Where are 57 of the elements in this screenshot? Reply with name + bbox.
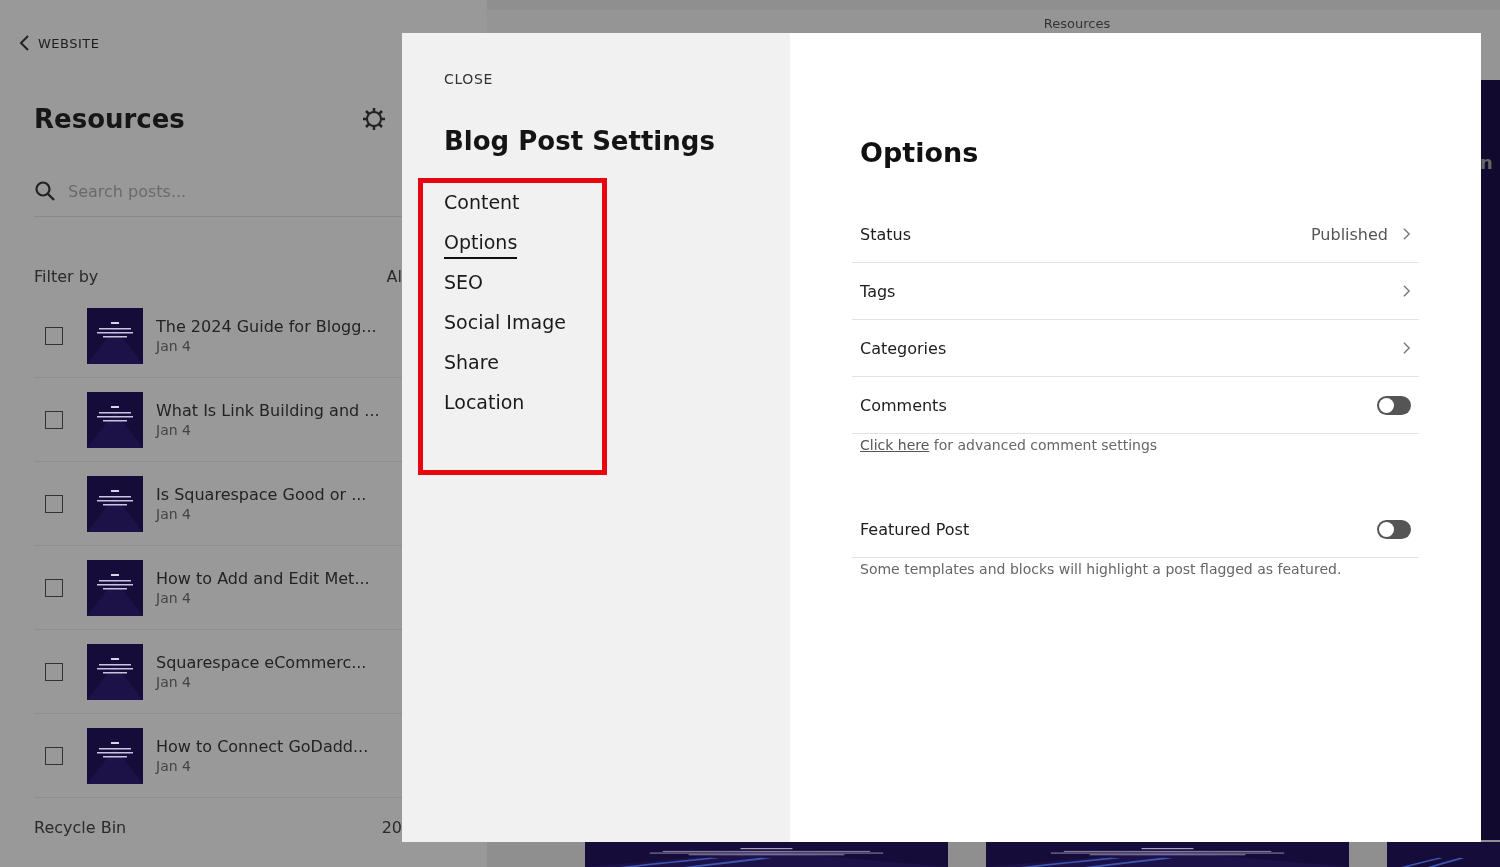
toggle-row[interactable]: Comments <box>852 377 1419 434</box>
row-label: Tags <box>860 281 896 301</box>
row-label: Categories <box>860 338 947 358</box>
filter-label: Filter by <box>34 267 99 286</box>
chevron-right-icon <box>1402 341 1411 355</box>
nav-tab[interactable]: Content <box>444 191 520 219</box>
nav-tab[interactable]: Location <box>444 391 525 419</box>
post-title[interactable]: How to Add and Edit Met... <box>156 569 370 588</box>
toggle-switch[interactable] <box>1377 519 1411 539</box>
post-title[interactable]: Is Squarespace Good or ... <box>156 485 367 504</box>
close-button[interactable]: CLOSE <box>444 71 493 87</box>
filter-value[interactable]: Al <box>386 267 402 286</box>
nav-tab[interactable]: Social Image <box>444 311 566 339</box>
row-label: Featured Post <box>860 519 970 539</box>
chevron-right-icon <box>1402 284 1411 298</box>
page-title: Resources <box>34 104 185 134</box>
settings-row[interactable]: Categories <box>852 320 1419 377</box>
checkbox[interactable] <box>45 746 63 765</box>
toggle-row[interactable]: Featured Post <box>852 501 1419 558</box>
search-icon <box>34 180 56 202</box>
nav-tab[interactable]: Options <box>444 231 518 259</box>
toggle-switch[interactable] <box>1377 395 1411 415</box>
help-link[interactable]: Click here <box>860 437 930 453</box>
back-link[interactable]: WEBSITE <box>18 34 487 52</box>
row-label: Comments <box>860 395 947 415</box>
post-title[interactable]: Squarespace eCommerc... <box>156 653 367 672</box>
section-heading: Options <box>860 137 980 168</box>
chevron-right-icon <box>1402 227 1411 241</box>
recycle-bin-link[interactable]: Recycle Bin <box>34 818 127 837</box>
recycle-count: 20 <box>381 818 402 837</box>
help-text: Some templates and blocks will highlight a post flagged as featured. <box>859 560 1343 579</box>
post-title[interactable]: What Is Link Building and ... <box>156 401 380 420</box>
post-title[interactable]: How to Connect GoDadd... <box>156 737 369 756</box>
status-value: Published <box>1310 224 1388 244</box>
nav-tab[interactable]: SEO <box>444 271 484 299</box>
help-text: Click here for advanced comment settings <box>859 436 1159 455</box>
preview-title: Resources <box>1043 16 1111 33</box>
settings-row[interactable]: Status Published <box>852 206 1419 263</box>
post-date: Jan 4 <box>156 422 192 438</box>
checkbox[interactable] <box>45 578 63 597</box>
checkbox[interactable] <box>45 662 63 681</box>
settings-icon[interactable] <box>361 106 387 132</box>
post-date: Jan 4 <box>156 590 192 606</box>
row-label: Status <box>860 224 911 244</box>
checkbox[interactable] <box>45 494 63 513</box>
preview-text: n <box>1480 152 1494 173</box>
post-date: Jan 4 <box>156 674 192 690</box>
checkbox[interactable] <box>45 410 63 429</box>
chevron-left-icon <box>18 34 30 52</box>
post-title[interactable]: The 2024 Guide for Blogg... <box>156 317 377 336</box>
dialog-title: Blog Post Settings <box>444 126 716 156</box>
post-date: Jan 4 <box>156 338 192 354</box>
post-date: Jan 4 <box>156 758 192 774</box>
checkbox[interactable] <box>45 326 63 345</box>
post-date: Jan 4 <box>156 506 192 522</box>
settings-row[interactable]: Tags <box>852 263 1419 320</box>
nav-tab[interactable]: Share <box>444 351 499 379</box>
